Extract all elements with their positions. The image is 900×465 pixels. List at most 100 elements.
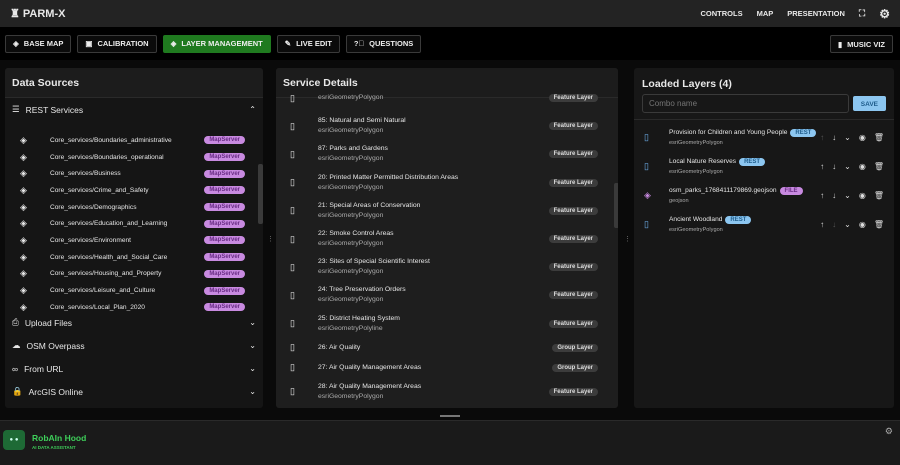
delete-trash-icon[interactable]: 🗑	[874, 162, 884, 171]
resize-handle[interactable]: ⋮	[267, 235, 274, 243]
delete-trash-icon[interactable]: 🗑	[874, 191, 884, 200]
service-detail-row[interactable]: ▯ 21: Special Areas of Conservation esriGe…	[276, 197, 618, 225]
robot-avatar-icon[interactable]: ● ●	[3, 430, 25, 450]
map-icon: ▯	[290, 342, 295, 353]
move-down-icon[interactable]: ↓	[832, 133, 836, 142]
live-edit-button[interactable]: ✎ LIVE EDIT	[276, 34, 340, 53]
service-row[interactable]: ◈ Core_services/Boundaries_operational Map…	[5, 149, 263, 166]
resize-handle[interactable]: ⋮	[624, 235, 631, 243]
section-arcgis-online[interactable]: 🔒 ArcGIS Online ⌄	[5, 380, 263, 403]
nav-presentation[interactable]: PRESENTATION	[787, 9, 845, 18]
service-row[interactable]: ◈ Core_services/Housing_and_Property MapSe…	[5, 266, 263, 283]
layer-management-button[interactable]: ◈ LAYER MANAGEMENT	[162, 34, 271, 53]
base-map-button[interactable]: ◈ BASE MAP	[5, 34, 72, 53]
visibility-eye-icon[interactable]: ◉	[859, 162, 866, 171]
layer-type-badge: Feature Layer	[548, 319, 598, 328]
nav-map[interactable]: MAP	[757, 9, 774, 18]
bottom-drag-handle[interactable]	[440, 415, 460, 417]
questions-button[interactable]: ?⃝ QUESTIONS	[345, 34, 422, 53]
service-details-panel: Service Details ▯ esriGeometryPolygon Feat…	[276, 68, 618, 408]
loaded-layer-row[interactable]: ▯ Local Nature Reserves REST esriGeometryPo…	[634, 152, 894, 181]
move-down-icon[interactable]: ↓	[832, 191, 836, 200]
section-osm-overpass[interactable]: ☁ OSM Overpass ⌄	[5, 334, 263, 357]
scrollbar[interactable]	[258, 164, 263, 224]
service-detail-row[interactable]: ▯ 24: Tree Preservation Orders esriGeometr…	[276, 281, 618, 309]
fullscreen-icon[interactable]: ⛶	[859, 8, 865, 19]
service-detail-row[interactable]: ▯ 23: Sites of Special Scientific Interes…	[276, 253, 618, 281]
service-row[interactable]: ◈ Core_services/Crime_and_Safety MapServer	[5, 182, 263, 199]
brand[interactable]: ♜ PARM-X	[10, 7, 66, 21]
map-icon: ▯	[644, 219, 649, 229]
service-detail-row[interactable]: ▯ 25: District Heating System esriGeometry…	[276, 310, 618, 338]
expand-chevron-icon[interactable]: ⌄	[844, 133, 851, 142]
section-upload-files[interactable]: ⎙ Upload Files ⌄	[5, 311, 263, 334]
service-detail-row[interactable]: ▯ 27: Air Quality Management Areas Group L…	[276, 358, 618, 378]
combo-name-input[interactable]	[642, 94, 849, 113]
service-name: Core_services/Boundaries_operational	[50, 153, 164, 161]
service-detail-row[interactable]: ▯ 28: Air Quality Management Areas esriGeo…	[276, 378, 618, 406]
visibility-eye-icon[interactable]: ◉	[859, 220, 866, 229]
layer-name: Local Nature Reserves	[669, 157, 737, 165]
service-detail-row[interactable]: ▯ 87: Parks and Gardens esriGeometryPolygo…	[276, 140, 618, 168]
assistant-settings-gear-icon[interactable]: ⚙	[885, 426, 893, 437]
service-row[interactable]: ◈ Core_services/Demographics MapServer	[5, 199, 263, 216]
expand-chevron-icon[interactable]: ⌄	[844, 191, 851, 200]
save-button[interactable]: SAVE	[852, 96, 886, 111]
layer-name: Provision for Children and Young People	[669, 128, 788, 136]
rest-services-section[interactable]: ☰ REST Services ⌃	[5, 98, 263, 121]
map-icon: ▯	[290, 92, 295, 103]
mapserver-badge: MapServer	[204, 269, 245, 278]
service-row[interactable]: ◈ Core_services/Health_and_Social_Care Map…	[5, 249, 263, 266]
service-name: Core_services/Housing_and_Property	[50, 270, 162, 278]
service-row[interactable]: ◈ Core_services/Local_Plan_2020 MapServer	[5, 299, 263, 311]
move-up-icon[interactable]: ↑	[820, 220, 824, 229]
mapserver-badge: MapServer	[204, 186, 245, 195]
loaded-layer-row[interactable]: ◈ osm_parks_1768411179869.geojson FILE geoj…	[634, 181, 894, 210]
expand-chevron-icon[interactable]: ⌄	[844, 220, 851, 229]
calibration-button[interactable]: ▣ CALIBRATION	[77, 34, 157, 53]
text: esriGeometryPolygon	[318, 93, 549, 103]
app-title: PARM-X	[22, 7, 66, 20]
delete-trash-icon[interactable]: 🗑	[874, 220, 884, 229]
scrollbar[interactable]	[614, 183, 618, 228]
move-up-icon[interactable]: ↑	[820, 191, 824, 200]
nav-controls[interactable]: CONTROLS	[701, 9, 743, 18]
delete-trash-icon[interactable]: 🗑	[874, 133, 884, 142]
loaded-layer-row[interactable]: ▯ Provision for Children and Young People…	[634, 123, 894, 152]
loaded-layer-row[interactable]: ▯ Ancient Woodland REST esriGeometryPolygon…	[634, 210, 894, 239]
service-row[interactable]: ◈ Core_services/Business MapServer	[5, 165, 263, 182]
service-detail-row[interactable]: ▯ 20: Printed Matter Permitted Distributi…	[276, 169, 618, 197]
layer-name: Ancient Woodland	[669, 215, 723, 223]
mapserver-badge: MapServer	[204, 219, 245, 228]
layers-icon: ◈	[20, 184, 27, 195]
service-row[interactable]: ◈ Core_services/Boundaries_administrative…	[5, 132, 263, 149]
layer-type: esriGeometryPolygon	[669, 226, 723, 233]
layer-type-badge: Group Layer	[552, 363, 598, 372]
service-row[interactable]: ◈ Core_services/Education_and_Learning Map…	[5, 215, 263, 232]
visibility-eye-icon[interactable]: ◉	[859, 191, 866, 200]
map-icon: ▯	[290, 362, 295, 373]
music-viz-button[interactable]: ▮ MUSIC VIZ	[829, 35, 893, 53]
service-detail-row[interactable]: ▯ 22: Smoke Control Areas esriGeometryPoly…	[276, 225, 618, 253]
layer-name-line: Ancient Woodland REST	[669, 215, 820, 225]
layers-icon: ◈	[20, 168, 27, 179]
expand-chevron-icon[interactable]: ⌄	[844, 162, 851, 171]
assistant-bar: ● ● RobAIn Hood AI DATA ASSISTANT ⚙	[0, 420, 900, 465]
move-down-icon[interactable]: ↓	[832, 162, 836, 171]
label: LIVE EDIT	[296, 39, 332, 48]
service-row[interactable]: ◈ Core_services/Leisure_and_Culture MapSer…	[5, 282, 263, 299]
settings-gear-icon[interactable]: ⚙	[879, 7, 890, 21]
section-from-url[interactable]: ∞ From URL ⌄	[5, 357, 263, 380]
move-up-icon[interactable]: ↑	[820, 162, 824, 171]
layers-icon: ◈	[20, 251, 27, 262]
bar-chart-icon: ▮	[837, 39, 843, 49]
service-detail-row[interactable]: ▯ 85: Natural and Semi Natural esriGeometr…	[276, 112, 618, 140]
layer-type: geojson	[669, 197, 689, 204]
move-up-icon[interactable]: ↑	[820, 133, 824, 142]
move-down-icon[interactable]: ↓	[832, 220, 836, 229]
geometry-type: esriGeometryPolygon	[318, 127, 384, 135]
service-detail-row[interactable]: ▯ 26: Air Quality Group Layer	[276, 338, 618, 358]
service-name: Core_services/Leisure_and_Culture	[50, 287, 156, 295]
service-row[interactable]: ◈ Core_services/Environment MapServer	[5, 232, 263, 249]
visibility-eye-icon[interactable]: ◉	[859, 133, 866, 142]
